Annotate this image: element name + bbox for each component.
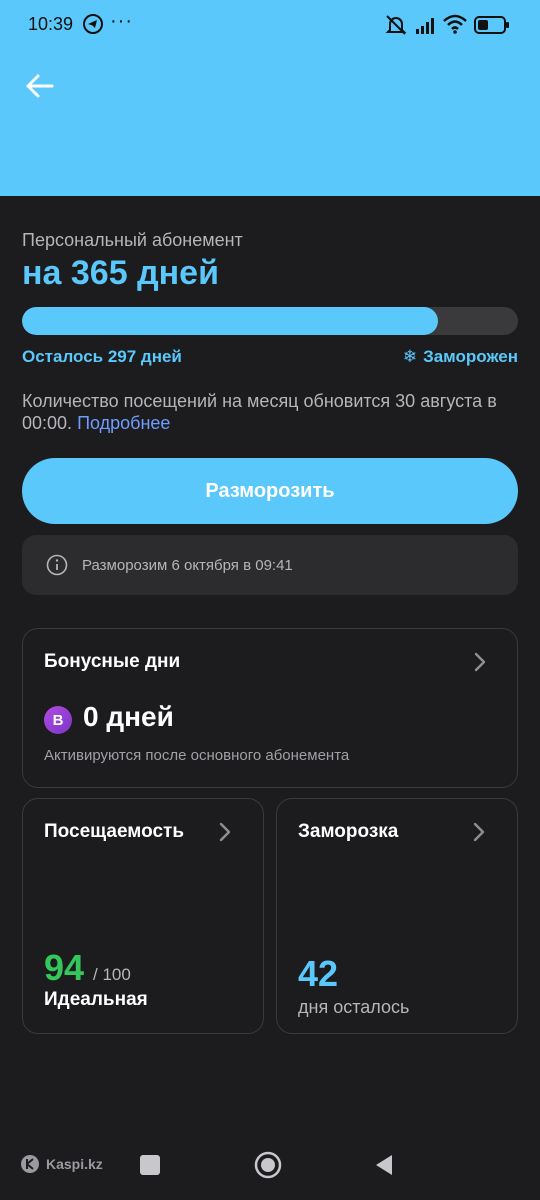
attendance-title: Посещаемость [44,821,185,842]
unfreeze-notice: Разморозим 6 октября в 09:41 [22,535,518,595]
status-bar: 10:39 ··· [0,0,540,50]
attendance-max: / 100 [93,965,131,984]
nav-back-button[interactable] [374,1153,394,1177]
attendance-card[interactable]: Посещаемость 94 / 100 Идеальная [22,798,264,1034]
subscription-type: Персональный абонемент [22,230,243,250]
bonus-days-card[interactable]: Бонусные дни B 0 дней Активируются после… [22,628,518,788]
unfreeze-button[interactable]: Разморозить [22,458,518,524]
bonus-badge-icon: B [44,706,72,734]
bonus-days-title: Бонусные дни [44,651,181,672]
kaspi-logo-icon [21,1155,39,1173]
more-link[interactable]: Подробнее [77,413,170,433]
recent-apps-button[interactable] [140,1155,160,1175]
signal-icon [416,18,434,34]
arrow-left-icon[interactable] [22,68,58,104]
freeze-card[interactable]: Заморозка 42 дня осталось [276,798,518,1034]
freeze-days-label: дня осталось [298,997,410,1017]
subscription-progress-fill [22,307,438,335]
kaspi-watermark: Kaspi.kz [20,1154,103,1174]
snowflake-icon: ❄ [402,347,418,366]
chevron-right-icon [474,652,486,672]
kaspi-watermark-text: Kaspi.kz [46,1156,103,1172]
visits-info: Количество посещений на месяц обновится … [22,390,518,434]
home-button[interactable] [254,1151,282,1179]
attendance-score: 94 [44,947,85,988]
frozen-status: ❄ Заморожен [403,347,518,367]
status-time: 10:39 [28,14,74,34]
info-icon [46,554,68,576]
freeze-title: Заморозка [298,821,399,842]
bonus-days-hint: Активируются после основного абонемента [44,747,350,764]
frozen-status-label: Заморожен [423,347,518,366]
wifi-icon [443,14,467,34]
subscription-progress-bar [22,307,518,335]
attendance-label: Идеальная [44,989,148,1010]
system-navigation-bar: Kaspi.kz [0,1130,540,1200]
subscription-duration: на 365 дней [22,254,219,292]
bonus-days-value: 0 дней [83,701,174,732]
mute-icon [385,15,407,35]
more-notifications-icon: ··· [110,10,133,32]
chevron-right-icon [219,822,231,842]
unfreeze-notice-text: Разморозим 6 октября в 09:41 [82,556,293,574]
battery-icon [474,16,509,34]
chevron-right-icon [473,822,485,842]
freeze-days-value: 42 [298,953,339,994]
days-remaining: Осталось 297 дней [22,347,182,366]
telegram-icon [83,14,103,34]
